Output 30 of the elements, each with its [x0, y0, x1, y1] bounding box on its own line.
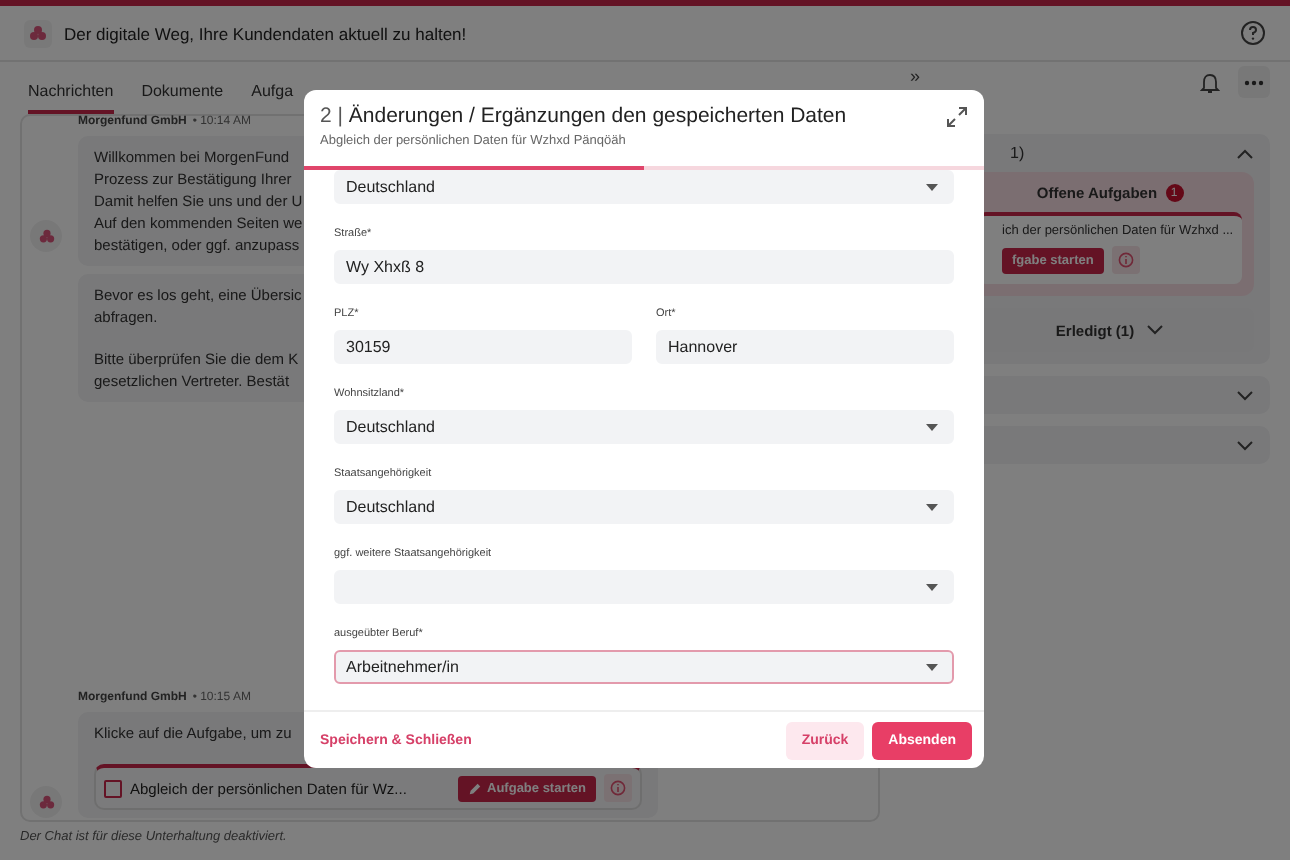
dropdown-caret-icon: [926, 583, 938, 591]
tab[interactable]: Nachrichten: [28, 82, 114, 114]
dialog-title: 2 | Änderungen / Ergänzungen den gespeicherten Daten: [320, 104, 847, 128]
section-header[interactable]: 1): [910, 134, 1270, 172]
info-button[interactable]: [1111, 246, 1140, 274]
dropdown-caret-icon: [926, 503, 938, 511]
input-field[interactable]: 30159: [334, 330, 632, 364]
checkbox[interactable]: [104, 779, 122, 797]
tab[interactable]: Dokumente: [141, 82, 224, 110]
select-field[interactable]: Deutschland: [334, 490, 954, 524]
select-field[interactable]: Arbeitnehmer/in: [334, 650, 954, 684]
flower-avatar-icon: [30, 220, 62, 252]
help-icon[interactable]: [1240, 20, 1266, 46]
dropdown-caret-icon: [926, 183, 938, 191]
flower-avatar-icon: [30, 786, 62, 818]
page-title: Der digitale Weg, Ihre Kundendaten aktuell zu halten!: [64, 23, 469, 43]
select-field[interactable]: [334, 570, 954, 604]
flower-logo-icon: [24, 19, 52, 47]
more-icon[interactable]: [1238, 66, 1270, 98]
pencil-icon: [467, 781, 482, 795]
select-field[interactable]: Deutschland: [334, 170, 954, 204]
input-field[interactable]: Hannover: [656, 330, 954, 364]
select-field[interactable]: Deutschland: [334, 410, 954, 444]
dropdown-caret-icon: [926, 663, 938, 671]
expand-icon[interactable]: [946, 106, 968, 128]
dropdown-caret-icon: [926, 423, 938, 431]
tab[interactable]: Aufga: [251, 82, 294, 110]
collapse-button[interactable]: »: [910, 66, 921, 86]
input-field[interactable]: Wy Xhxß 8: [334, 250, 954, 284]
info-button[interactable]: [604, 774, 632, 802]
